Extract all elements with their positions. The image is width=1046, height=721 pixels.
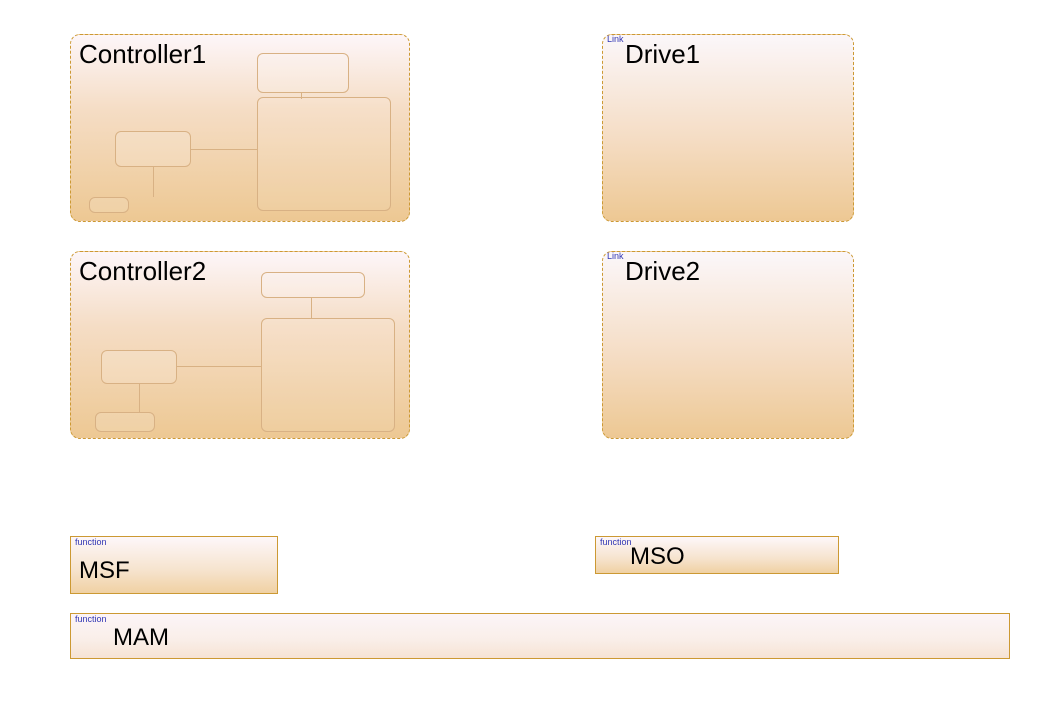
connector-line	[301, 93, 302, 99]
controller2-block[interactable]: Controller2	[70, 251, 410, 439]
small-node	[261, 272, 365, 298]
mso-block[interactable]: function MSO	[595, 536, 839, 574]
large-node	[257, 97, 391, 211]
drive1-title: Drive1	[625, 39, 700, 70]
connector-line	[191, 149, 257, 150]
mam-title: MAM	[113, 624, 169, 652]
connector-line	[139, 384, 140, 412]
connector-line	[177, 366, 261, 367]
small-node-bottom	[89, 197, 129, 213]
mid-node	[101, 350, 177, 384]
function-tag: function	[75, 537, 107, 547]
mam-block[interactable]: function MAM	[70, 613, 1010, 659]
controller2-title: Controller2	[79, 256, 206, 287]
mid-node	[115, 131, 191, 167]
connector-line	[311, 298, 312, 318]
controller1-title: Controller1	[79, 39, 206, 70]
msf-title: MSF	[79, 557, 130, 585]
small-node-bottom	[95, 412, 155, 432]
drive2-block[interactable]: Link Drive2	[602, 251, 854, 439]
function-tag: function	[75, 614, 107, 624]
msf-block[interactable]: function MSF	[70, 536, 278, 594]
drive2-title: Drive2	[625, 256, 700, 287]
link-tag: Link	[607, 251, 624, 261]
connector-line	[153, 167, 154, 197]
link-tag: Link	[607, 34, 624, 44]
function-tag: function	[600, 537, 632, 547]
large-node	[261, 318, 395, 432]
small-node	[257, 53, 349, 93]
drive1-block[interactable]: Link Drive1	[602, 34, 854, 222]
mso-title: MSO	[630, 543, 685, 571]
controller1-block[interactable]: Controller1	[70, 34, 410, 222]
